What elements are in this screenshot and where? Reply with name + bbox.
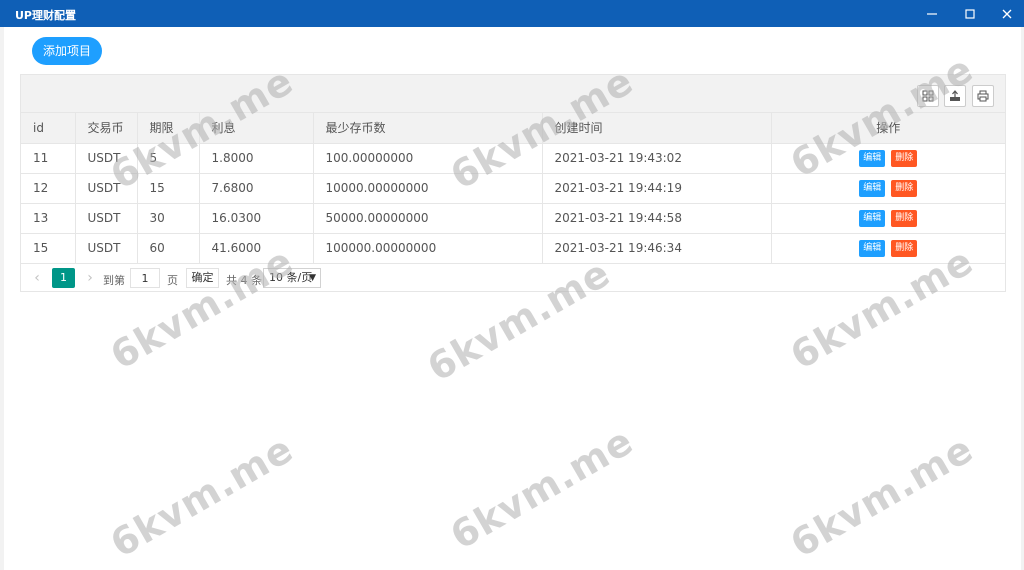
cell-coin: USDT: [75, 233, 138, 264]
pagination: ‹ 1 › 到第 页 确定 共 4 条 10 条/页 ▼: [21, 264, 1005, 292]
cell-min-deposit: 10000.00000000: [313, 173, 543, 204]
cell-id: 15: [21, 233, 76, 264]
cell-term: 30: [137, 203, 200, 234]
close-icon: [1002, 9, 1012, 19]
watermark-text: 6kvm.me: [443, 418, 641, 559]
page-1-button[interactable]: 1: [52, 268, 75, 288]
data-table-panel: id 交易币 期限 利息 最少存币数 创建时间 操作 11 USDT 5 1.8…: [20, 74, 1006, 292]
cell-id: 12: [21, 173, 76, 204]
page-unit-label: 页: [167, 274, 178, 287]
header-term[interactable]: 期限: [137, 113, 200, 144]
chevron-down-icon: ▼: [309, 273, 316, 283]
cell-created: 2021-03-21 19:44:19: [542, 173, 772, 204]
cell-actions: 编辑 删除: [771, 143, 1005, 174]
table-row[interactable]: 11 USDT 5 1.8000 100.00000000 2021-03-21…: [21, 143, 1005, 174]
minimize-button[interactable]: [919, 3, 945, 24]
cell-interest: 16.0300: [199, 203, 314, 234]
delete-button[interactable]: 删除: [891, 179, 918, 197]
prev-page-button[interactable]: ‹: [30, 270, 44, 286]
edit-button[interactable]: 编辑: [859, 149, 886, 167]
delete-button[interactable]: 删除: [891, 239, 918, 257]
header-created[interactable]: 创建时间: [542, 113, 772, 144]
goto-page-input[interactable]: [130, 268, 160, 288]
cell-interest: 7.6800: [199, 173, 314, 204]
cell-term: 15: [137, 173, 200, 204]
table-header-row: id 交易币 期限 利息 最少存币数 创建时间 操作: [21, 113, 1005, 144]
maximize-icon: [965, 9, 975, 19]
table-row[interactable]: 13 USDT 30 16.0300 50000.00000000 2021-0…: [21, 203, 1005, 234]
header-actions: 操作: [771, 113, 1005, 144]
next-page-button[interactable]: ›: [83, 270, 97, 286]
window-title: UP理财配置: [15, 9, 76, 22]
table-row[interactable]: 15 USDT 60 41.6000 100000.00000000 2021-…: [21, 233, 1005, 264]
export-icon: [950, 90, 960, 101]
cell-created: 2021-03-21 19:44:58: [542, 203, 772, 234]
edit-button[interactable]: 编辑: [859, 179, 886, 197]
cell-term: 60: [137, 233, 200, 264]
cell-created: 2021-03-21 19:43:02: [542, 143, 772, 174]
delete-button[interactable]: 删除: [891, 149, 918, 167]
window-frame-left: [0, 27, 4, 570]
close-button[interactable]: [994, 3, 1020, 24]
columns-icon: [922, 90, 934, 102]
column-filter-button[interactable]: [917, 85, 939, 107]
page-size-value: 10 条/页: [269, 271, 313, 284]
minimize-icon: [927, 13, 937, 15]
cell-actions: 编辑 删除: [771, 233, 1005, 264]
delete-button[interactable]: 删除: [891, 209, 918, 227]
cell-interest: 1.8000: [199, 143, 314, 174]
cell-interest: 41.6000: [199, 233, 314, 264]
goto-label: 到第: [103, 274, 125, 287]
header-coin[interactable]: 交易币: [75, 113, 138, 144]
cell-term: 5: [137, 143, 200, 174]
print-button[interactable]: [972, 85, 994, 107]
printer-icon: [977, 90, 989, 102]
cell-created: 2021-03-21 19:46:34: [542, 233, 772, 264]
table-toolbar: [21, 75, 1005, 113]
cell-coin: USDT: [75, 203, 138, 234]
cell-actions: 编辑 删除: [771, 203, 1005, 234]
cell-min-deposit: 100.00000000: [313, 143, 543, 174]
cell-actions: 编辑 删除: [771, 173, 1005, 204]
edit-button[interactable]: 编辑: [859, 239, 886, 257]
edit-button[interactable]: 编辑: [859, 209, 886, 227]
page-size-select[interactable]: 10 条/页 ▼: [263, 268, 321, 288]
maximize-button[interactable]: [957, 3, 983, 24]
window-titlebar: UP理财配置: [0, 0, 1024, 27]
data-table: id 交易币 期限 利息 最少存币数 创建时间 操作 11 USDT 5 1.8…: [21, 113, 1005, 264]
header-min-deposit[interactable]: 最少存币数: [313, 113, 543, 144]
goto-confirm-button[interactable]: 确定: [186, 268, 219, 288]
cell-id: 13: [21, 203, 76, 234]
add-project-button[interactable]: 添加项目: [32, 37, 102, 65]
export-button[interactable]: [944, 85, 966, 107]
table-row[interactable]: 12 USDT 15 7.6800 10000.00000000 2021-03…: [21, 173, 1005, 204]
cell-id: 11: [21, 143, 76, 174]
header-interest[interactable]: 利息: [199, 113, 314, 144]
cell-coin: USDT: [75, 143, 138, 174]
total-count: 共 4 条: [226, 274, 262, 287]
watermark-text: 6kvm.me: [783, 426, 981, 567]
cell-min-deposit: 50000.00000000: [313, 203, 543, 234]
cell-coin: USDT: [75, 173, 138, 204]
watermark-text: 6kvm.me: [103, 426, 301, 567]
cell-min-deposit: 100000.00000000: [313, 233, 543, 264]
header-id[interactable]: id: [21, 113, 76, 144]
